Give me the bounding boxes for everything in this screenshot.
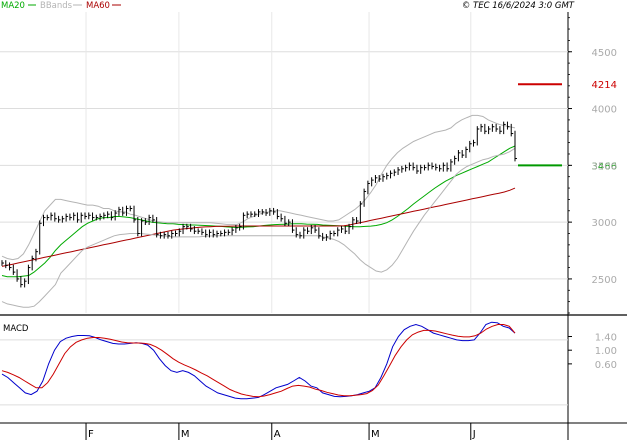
legend-label-ma20: MA20	[1, 1, 25, 11]
copyright-text: © TEC 16/6/2024 3:0 GMT	[462, 1, 575, 11]
macd-series-macd	[1, 321, 516, 400]
price-tick-label: 2500	[592, 275, 617, 286]
series-bbands-lower	[1, 147, 516, 308]
legend: MA20 BBands MA60	[1, 1, 121, 11]
month-label: A	[274, 429, 281, 440]
month-label: M	[181, 429, 190, 440]
month-labels: FMAMJ	[85, 423, 476, 440]
macd-label: MACD	[3, 324, 29, 334]
price-tick-label: 3000	[592, 218, 617, 229]
macd-series-group	[1, 321, 516, 400]
month-label: J	[472, 429, 476, 440]
price-tick-label: 4000	[592, 105, 617, 116]
price-bars-group	[1, 121, 517, 288]
price-marker-label: 4214	[592, 80, 617, 91]
macd-grid	[0, 336, 572, 406]
series-bbands-upper	[1, 114, 516, 261]
legend-label-ma60: MA60	[86, 1, 110, 11]
macd-tick-label: 1.40	[595, 333, 617, 344]
price-tick-label: 3500	[592, 161, 617, 172]
macd-tick-label: 0.60	[595, 360, 617, 371]
legend-label-bbands: BBands	[40, 1, 73, 11]
month-label: M	[371, 429, 380, 440]
stock-chart: 42143466 250030003500400045000.601.001.4…	[0, 1, 627, 440]
macd-tick-label: 1.00	[595, 346, 617, 357]
price-tick-label: 4500	[592, 48, 617, 59]
month-label: F	[88, 429, 94, 440]
axis-labels: 2500 3000 3500 4000 4500 0.60 1.00 1.40	[592, 48, 617, 371]
